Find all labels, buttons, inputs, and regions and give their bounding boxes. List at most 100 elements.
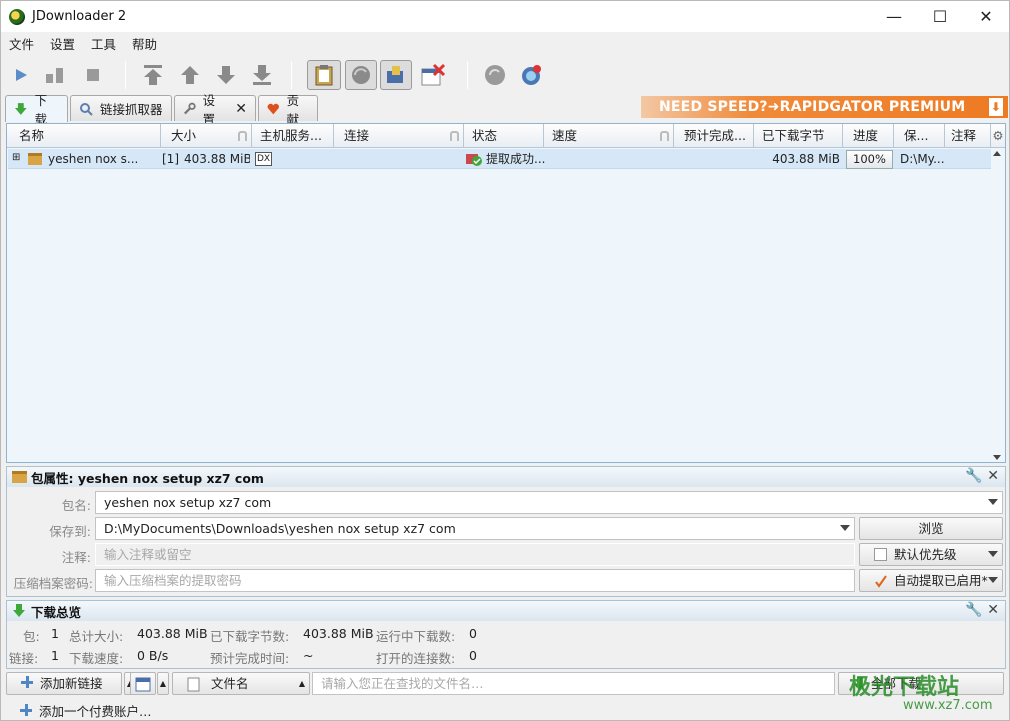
tab-settings[interactable]: 设置 ✕ [174, 93, 256, 127]
play-icon [16, 69, 27, 81]
archive-password-label: 压缩档案密码: [13, 576, 93, 591]
column-settings-gear-icon[interactable]: ⚙ [991, 124, 1005, 148]
lock-icon [450, 131, 459, 141]
move-top-icon [144, 65, 162, 85]
pause-button[interactable] [41, 60, 69, 90]
close-tab-icon[interactable]: ✕ [235, 101, 247, 117]
overview-connections-value: 0 [469, 648, 477, 663]
column-eta[interactable]: 预计完成... [674, 124, 754, 148]
column-progress[interactable]: 进度 [843, 124, 894, 148]
scroll-up-icon[interactable] [993, 151, 1001, 156]
minimize-button[interactable]: — [871, 1, 917, 32]
add-new-links-button[interactable]: 添加新链接 [6, 672, 122, 695]
move-up-icon [181, 66, 199, 84]
row-size: 403.88 MiB [184, 152, 250, 166]
overview-links-value: 1 [51, 648, 59, 663]
chevron-down-icon[interactable] [840, 525, 850, 531]
tab-linkgrabber-label: 链接抓取器 [100, 102, 163, 117]
column-downloaded[interactable]: 已下载字节 [754, 124, 843, 148]
update-button[interactable] [517, 60, 545, 90]
close-button[interactable]: ✕ [963, 1, 1009, 32]
table-scrollbar[interactable] [990, 149, 1003, 462]
clipboard-observer-toggle[interactable] [307, 60, 341, 90]
search-field-selector[interactable]: 文件名 ▲ [172, 672, 310, 695]
overview-total-size-value: 403.88 MiB [137, 626, 208, 641]
column-status[interactable]: 状态 [464, 124, 544, 148]
column-size[interactable]: 大小 [161, 124, 252, 148]
browse-button[interactable]: 浏览 [859, 517, 1003, 540]
silent-mode-button[interactable] [418, 60, 448, 90]
tab-contribute-label: 贡献 [286, 92, 300, 127]
panel-settings-wrench-icon[interactable]: 🔧 [965, 468, 982, 484]
clear-menu-button[interactable]: ▲ [157, 672, 169, 695]
panel-settings-wrench-icon[interactable]: 🔧 [965, 602, 982, 618]
tab-download[interactable]: 下载 [5, 93, 68, 127]
save-to-label: 保存到: [49, 524, 91, 539]
priority-dropdown[interactable]: 默认优先级 [859, 543, 1003, 566]
menu-bar: 文件 设置 工具 帮助 [1, 32, 1009, 54]
overview-links-label: 链接: [9, 651, 39, 666]
scroll-down-icon[interactable] [993, 455, 1001, 460]
search-input[interactable]: 请输入您正在查找的文件名… [312, 672, 835, 695]
premium-banner[interactable]: NEED SPEED?➜RAPIDGATOR PREMIUM ⬇ [641, 96, 1008, 118]
move-top-button[interactable] [139, 60, 167, 90]
overview-running-value: 0 [469, 626, 477, 641]
clipboard-icon [315, 65, 333, 86]
overview-running-label: 运行中下载数: [376, 629, 456, 644]
archive-password-field[interactable]: 输入压缩档案的提取密码 [95, 569, 855, 592]
extract-check-icon [875, 575, 887, 588]
move-up-button[interactable] [176, 60, 204, 90]
start-button[interactable] [7, 60, 35, 90]
stop-icon [87, 69, 99, 81]
row-name: yeshen nox s... [48, 152, 139, 166]
chevron-down-icon[interactable] [988, 499, 998, 505]
premium-toggle[interactable] [380, 60, 412, 90]
panel-close-icon[interactable]: ✕ [987, 602, 999, 618]
plus-icon [21, 676, 33, 688]
maximize-button[interactable]: ☐ [917, 1, 963, 32]
column-host[interactable]: 主机服务... [252, 124, 334, 148]
overview-speed-label: 下载速度: [69, 651, 124, 666]
move-down-button[interactable] [212, 60, 240, 90]
column-save-to[interactable]: 保... [894, 124, 945, 148]
package-name-field[interactable]: yeshen nox setup xz7 com [95, 491, 1003, 514]
pause-icon [46, 68, 63, 83]
tab-contribute[interactable]: 贡献 [258, 93, 318, 127]
host-dx-icon: DX [255, 152, 273, 166]
overview-title: 下载总览 [31, 604, 82, 620]
menu-file[interactable]: 文件 [1, 34, 42, 53]
package-panel-header: 包属性: yeshen nox setup xz7 com 🔧 ✕ [7, 467, 1005, 487]
comment-label: 注释: [61, 550, 91, 565]
table-header: 名称 大小 主机服务... 连接 状态 速度 预计完成... 已下载字节 进度 … [7, 124, 1005, 148]
auto-extract-dropdown[interactable]: 自动提取已启用* [859, 569, 1003, 592]
column-comment[interactable]: 注释 [945, 124, 991, 148]
move-bottom-button[interactable] [248, 60, 276, 90]
banner-text: NEED SPEED?➜RAPIDGATOR PREMIUM [659, 99, 966, 115]
expand-icon[interactable]: ⊞ [12, 149, 23, 169]
plus-icon [20, 704, 32, 716]
update-globe-icon [522, 65, 541, 85]
heart-icon [267, 103, 279, 114]
panel-close-icon[interactable]: ✕ [987, 468, 999, 484]
save-to-field[interactable]: D:\MyDocuments\Downloads\yeshen nox setu… [95, 517, 855, 540]
menu-settings[interactable]: 设置 [42, 34, 83, 53]
table-row[interactable]: ⊞ yeshen nox s... [1] 403.88 MiB DX 提取成功… [8, 149, 991, 169]
package-panel-title: 包属性: yeshen nox setup xz7 com [31, 470, 264, 486]
clear-list-button[interactable] [130, 672, 156, 695]
column-name[interactable]: 名称 [7, 124, 161, 148]
reconnect-button[interactable] [481, 60, 509, 90]
column-speed[interactable]: 速度 [544, 124, 674, 148]
stop-button[interactable] [79, 60, 107, 90]
reconnect-icon [352, 66, 370, 84]
app-window: JDownloader 2 — ☐ ✕ 文件 设置 工具 帮助 下载 链接抓取器… [0, 0, 1010, 721]
column-connection[interactable]: 连接 [334, 124, 464, 148]
menu-help[interactable]: 帮助 [124, 34, 165, 53]
menu-tools[interactable]: 工具 [83, 34, 124, 53]
tab-linkgrabber[interactable]: 链接抓取器 [70, 95, 172, 121]
auto-reconnect-toggle[interactable] [345, 60, 377, 90]
silent-mode-icon [421, 63, 446, 86]
add-premium-account-link[interactable]: 添加一个付费账户… [39, 701, 152, 720]
move-bottom-icon [253, 65, 271, 85]
title-bar: JDownloader 2 — ☐ ✕ [1, 1, 1009, 32]
comment-field[interactable]: 输入注释或留空 [95, 543, 855, 566]
